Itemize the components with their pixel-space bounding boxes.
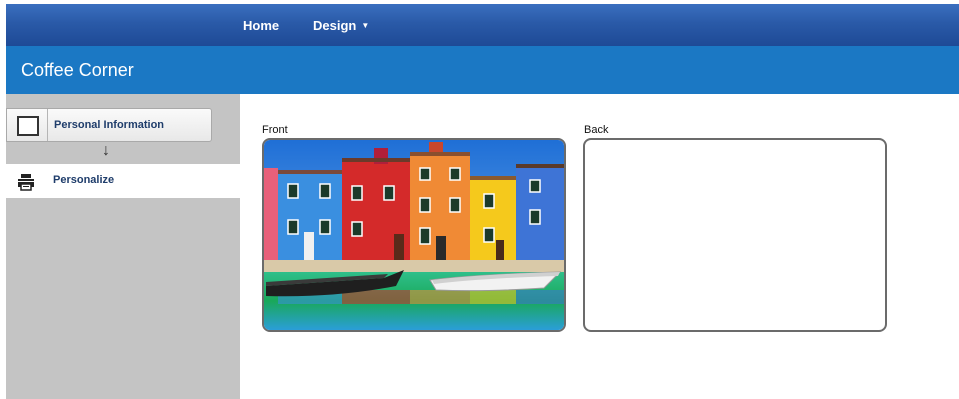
- top-navigation-bar: Home Design ▼: [6, 4, 959, 46]
- printer-icon: [18, 174, 34, 191]
- arrow-down-icon: ↓: [102, 142, 110, 159]
- step-personal-information-label: Personal Information: [54, 119, 165, 131]
- step-divider: [47, 109, 48, 141]
- step-personalize-label: Personalize: [53, 174, 115, 186]
- nav-design-label: Design: [313, 18, 357, 33]
- step-personal-information[interactable]: Personal Information: [6, 108, 212, 142]
- back-card-preview[interactable]: [583, 138, 887, 332]
- steps-sidebar: Personal Information ↓ Personalize: [6, 94, 240, 399]
- blank-square-icon: [17, 116, 39, 136]
- front-card-photo: [264, 140, 564, 330]
- front-label: Front: [262, 124, 288, 136]
- app-title: Coffee Corner: [21, 60, 134, 80]
- app-title-bar: Coffee Corner: [6, 46, 959, 94]
- back-label: Back: [584, 124, 609, 136]
- front-card-preview[interactable]: [262, 138, 566, 332]
- step-personalize[interactable]: Personalize: [6, 164, 240, 198]
- nav-design-menu[interactable]: Design ▼: [313, 18, 369, 33]
- nav-home-link[interactable]: Home: [243, 18, 279, 33]
- page: Home Design ▼ Coffee Corner Personal Info…: [0, 0, 959, 399]
- caret-down-icon: ▼: [361, 21, 370, 30]
